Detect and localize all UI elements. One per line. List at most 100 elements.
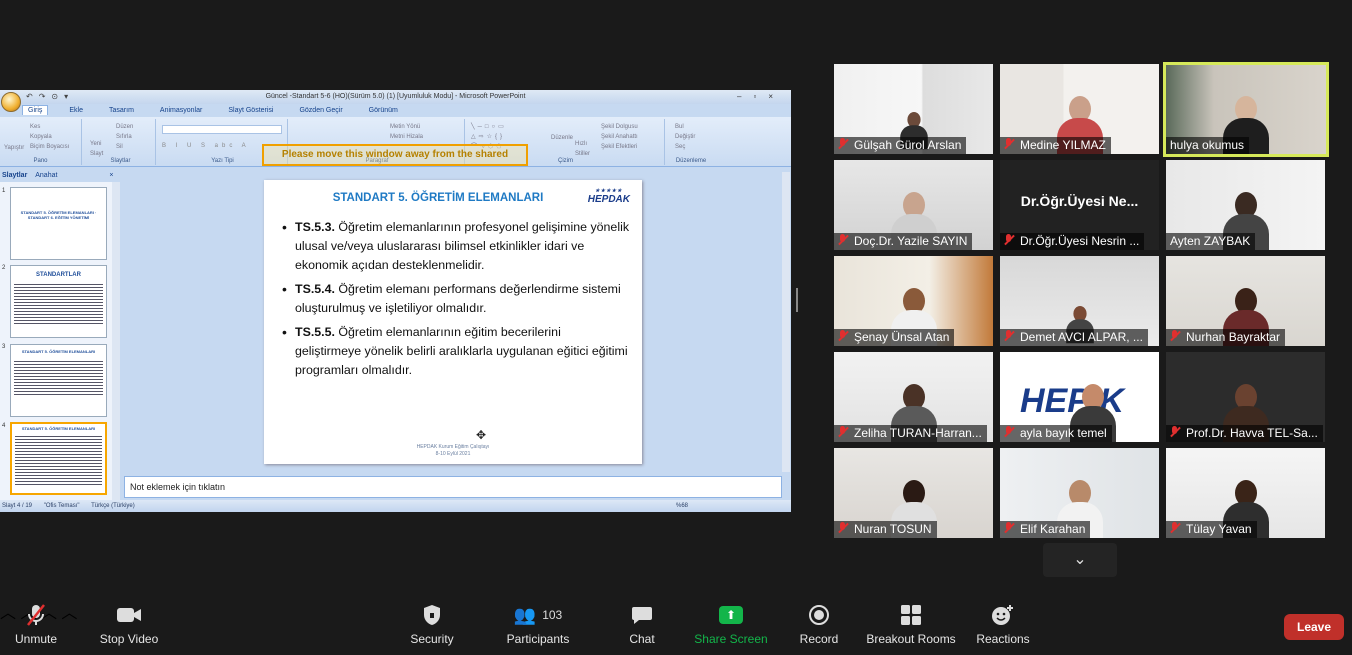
mic-muted-icon <box>1003 234 1015 246</box>
ppt-status-bar: Slayt 4 / 19 "Ofis Teması" Türkçe (Türki… <box>0 500 791 512</box>
cut-button[interactable]: Kes <box>30 122 69 132</box>
ribbon-tab-design[interactable]: Tasarım <box>104 106 139 115</box>
find-button[interactable]: Bul <box>675 122 695 132</box>
unmute-button[interactable]: Unmute <box>10 599 62 655</box>
breakout-rooms-button[interactable]: Breakout Rooms <box>866 599 956 655</box>
quick-access-toolbar[interactable]: ↶↷⊙▾ <box>26 92 74 101</box>
layout-button[interactable]: Düzen <box>116 122 133 132</box>
participant-tile[interactable]: Zeliha TURAN-Harran... <box>834 352 993 442</box>
stop-video-button[interactable]: Stop Video <box>94 599 164 655</box>
participant-tile[interactable]: Prof.Dr. Havva TEL-Sa... <box>1166 352 1325 442</box>
share-screen-icon: ⬆ <box>719 606 743 624</box>
participant-name: Nurhan Bayraktar <box>1166 329 1286 346</box>
slide-thumbnail-2[interactable]: STANDARTLAR <box>10 265 107 338</box>
participant-tile[interactable]: Tülay Yavan <box>1166 448 1325 538</box>
arrange-button[interactable]: Düzenle <box>551 133 573 143</box>
replace-button[interactable]: Değiştir <box>675 132 695 142</box>
thumb-number: 1 <box>2 188 6 194</box>
participants-button[interactable]: 👥 103 Participants <box>500 599 576 655</box>
align-text-button[interactable]: Metni Hizala <box>390 132 423 142</box>
participant-tile[interactable]: Şenay Ünsal Atan <box>834 256 993 346</box>
ribbon-tab-animations[interactable]: Animasyonlar <box>155 106 207 115</box>
copy-button[interactable]: Kopyala <box>30 132 69 142</box>
mic-muted-icon <box>837 330 849 342</box>
ribbon-tab-review[interactable]: Gözden Geçir <box>294 106 347 115</box>
video-camera-icon <box>94 599 164 631</box>
shape-effects-button[interactable]: Şekil Efektleri <box>601 142 638 152</box>
participant-tile[interactable]: Demet AVCI ALPAR, ... <box>1000 256 1159 346</box>
mic-muted-icon <box>1003 330 1015 342</box>
status-zoom[interactable]: %68 <box>676 500 688 512</box>
mic-muted-icon <box>1003 138 1015 150</box>
chat-button[interactable]: Chat <box>620 599 664 655</box>
mic-muted-icon <box>1003 522 1015 534</box>
share-options-caret[interactable]: ︿ <box>61 605 77 622</box>
ribbon-tab-view[interactable]: Görünüm <box>364 106 403 115</box>
slide-thumbnail-1[interactable]: STANDART 5. ÖĞRETİM ELEMANLARI · STANDAR… <box>10 187 107 260</box>
thumb-number: 2 <box>2 265 6 271</box>
participant-tile-video-off[interactable]: Dr.Öğr.Üyesi Ne... Dr.Öğr.Üyesi Nesrin .… <box>1000 160 1159 250</box>
format-painter-button[interactable]: Biçim Boyacısı <box>30 142 69 152</box>
thumbnail-scrollbar[interactable] <box>112 182 120 500</box>
ribbon-group-editing: Bul Değiştir Seç Düzenleme <box>667 119 715 165</box>
shield-icon <box>404 599 460 631</box>
participant-tile[interactable]: Nuran TOSUN <box>834 448 993 538</box>
participant-name: Tülay Yavan <box>1166 521 1257 538</box>
participant-name: Nuran TOSUN <box>834 521 937 538</box>
ribbon-tab-insert[interactable]: Ekle <box>64 106 88 115</box>
ppt-title-bar: Güncel -Standart 5-6 (HO)(Sürüm 5.0) (1)… <box>0 90 791 104</box>
window-controls[interactable]: –▫× <box>737 90 785 104</box>
mic-muted-icon <box>837 138 849 150</box>
mic-muted-icon <box>1003 426 1015 438</box>
slide-footer: HEPDAK Kurum Eğitim Çalıştayı 8-10 Eylül… <box>416 444 490 457</box>
split-view-handle[interactable] <box>796 288 798 312</box>
slide-thumbnail-4[interactable]: STANDART 5. ÖĞRETİM ELEMANLARI <box>10 422 107 495</box>
reactions-button[interactable]: Reactions <box>974 599 1032 655</box>
quick-styles-button[interactable]: Hızlı Stiller <box>575 139 595 159</box>
status-slide-count: Slayt 4 / 19 <box>2 503 33 509</box>
thumb-title: STANDART 5. ÖĞRETİM ELEMANLARI <box>21 349 96 354</box>
status-theme: "Ofis Teması" <box>43 503 80 509</box>
thumb-title: STANDART 5. ÖĞRETİM ELEMANLARI <box>21 426 96 431</box>
participant-placeholder-name: Dr.Öğr.Üyesi Ne... <box>1020 193 1139 209</box>
participant-tile[interactable]: Elif Karahan <box>1000 448 1159 538</box>
leave-button[interactable]: Leave <box>1284 614 1344 640</box>
notes-pane[interactable]: Not eklemek için tıklatın <box>124 476 782 498</box>
participant-tile[interactable]: Doç.Dr. Yazile SAYIN <box>834 160 993 250</box>
record-button[interactable]: Record <box>796 599 842 655</box>
text-direction-button[interactable]: Metin Yönü <box>390 122 423 132</box>
security-button[interactable]: Security <box>404 599 460 655</box>
participant-tile-active-speaker[interactable]: hulya okumus <box>1163 62 1329 157</box>
slide-thumbnail-pane: 1 STANDART 5. ÖĞRETİM ELEMANLARI · STAND… <box>0 182 120 500</box>
slide-bullet: TS.5.5. Öğretim elemanlarının eğitim bec… <box>280 323 630 380</box>
ribbon-tab-home[interactable]: Giriş <box>22 105 49 115</box>
current-slide[interactable]: STANDART 5. ÖĞRETİM ELEMANLARI ★★★★★ HEPD… <box>264 180 642 464</box>
select-button[interactable]: Seç <box>675 142 695 152</box>
participant-tile[interactable]: Ayten ZAYBAK <box>1166 160 1325 250</box>
participant-tile[interactable]: HEP K ayla bayık temel <box>1000 352 1159 442</box>
delete-slide-button[interactable]: Sil <box>116 142 133 152</box>
participant-tile[interactable]: Gülşah Gürol Arslan <box>834 64 993 154</box>
mic-muted-icon <box>10 599 62 631</box>
pane-tab-outline[interactable]: Anahat <box>35 172 57 179</box>
close-pane-icon[interactable]: × <box>109 172 113 179</box>
smiley-plus-icon <box>974 599 1032 631</box>
slide-thumbnail-3[interactable]: STANDART 5. ÖĞRETİM ELEMANLARI <box>10 344 107 417</box>
slide-scrollbar[interactable] <box>782 172 790 472</box>
reset-button[interactable]: Sıfırla <box>116 132 133 142</box>
participant-name: Şenay Ünsal Atan <box>834 329 955 346</box>
ribbon-tab-slideshow[interactable]: Slayt Gösterisi <box>223 106 278 115</box>
participant-tile[interactable]: Medine YILMAZ <box>1000 64 1159 154</box>
chevron-down-icon[interactable]: ⌄ <box>1043 543 1117 577</box>
share-screen-button[interactable]: ⬆ Share Screen <box>692 599 770 655</box>
font-name-box[interactable] <box>162 125 282 134</box>
shape-outline-button[interactable]: Şekil Anahattı <box>601 132 638 142</box>
paste-button[interactable]: Yapıştır <box>4 143 24 153</box>
pane-tab-slides[interactable]: Slaytlar <box>2 172 27 179</box>
font-style-buttons[interactable]: B I U S abc A <box>162 141 250 151</box>
participant-tile[interactable]: Nurhan Bayraktar <box>1166 256 1325 346</box>
office-button-icon[interactable] <box>1 92 21 112</box>
shape-fill-button[interactable]: Şekil Dolgusu <box>601 122 638 132</box>
participant-name: Demet AVCI ALPAR, ... <box>1000 329 1148 346</box>
new-slide-button[interactable]: Yeni Slayt <box>90 139 114 159</box>
